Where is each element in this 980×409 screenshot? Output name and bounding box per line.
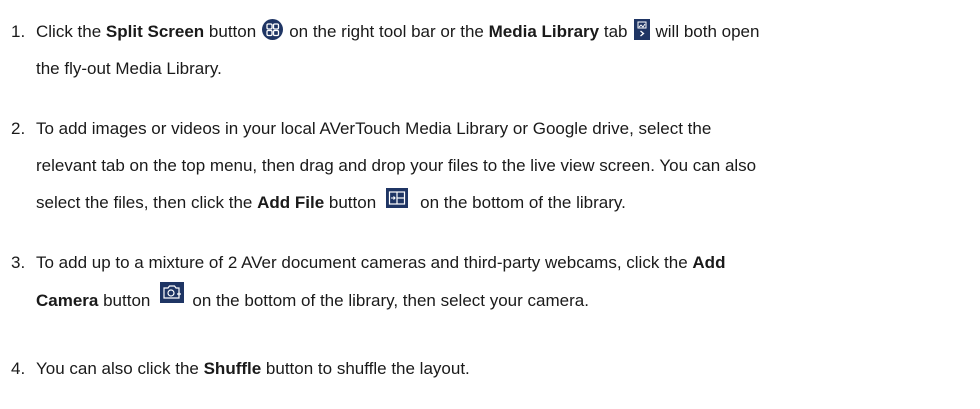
- step-number: 4.: [11, 359, 26, 378]
- step-2-line-2: relevant tab on the top menu, then drag …: [36, 156, 757, 175]
- step-number: 3.: [11, 253, 26, 272]
- media-library-label: Media Library: [488, 22, 600, 41]
- split-screen-icon: [262, 19, 284, 41]
- step-1-line-2: the fly-out Media Library.: [36, 59, 222, 78]
- add-file-icon: [386, 187, 409, 208]
- shuffle-label: Shuffle: [203, 359, 262, 378]
- add-camera-icon: [160, 282, 185, 304]
- media-library-icon: [633, 19, 650, 41]
- split-screen-label: Split Screen: [105, 22, 205, 41]
- step-3-line-2: Camera button on the bottom of the librar…: [36, 282, 589, 312]
- step-number: 1.: [11, 22, 26, 41]
- step-number: 2.: [11, 119, 26, 138]
- step-text: You can also click the Shuffle button to…: [36, 359, 470, 378]
- step-text: To add up to a mixture of 2 AVer documen…: [36, 253, 726, 272]
- step-2-line-3: select the files, then click the Add Fil…: [36, 187, 626, 214]
- add-file-label: Add File: [257, 193, 325, 212]
- step-text: To add images or videos in your local AV…: [36, 119, 712, 138]
- add-camera-label: Add: [692, 253, 726, 272]
- step-text: Click the Split Screen button on the righ…: [36, 19, 759, 43]
